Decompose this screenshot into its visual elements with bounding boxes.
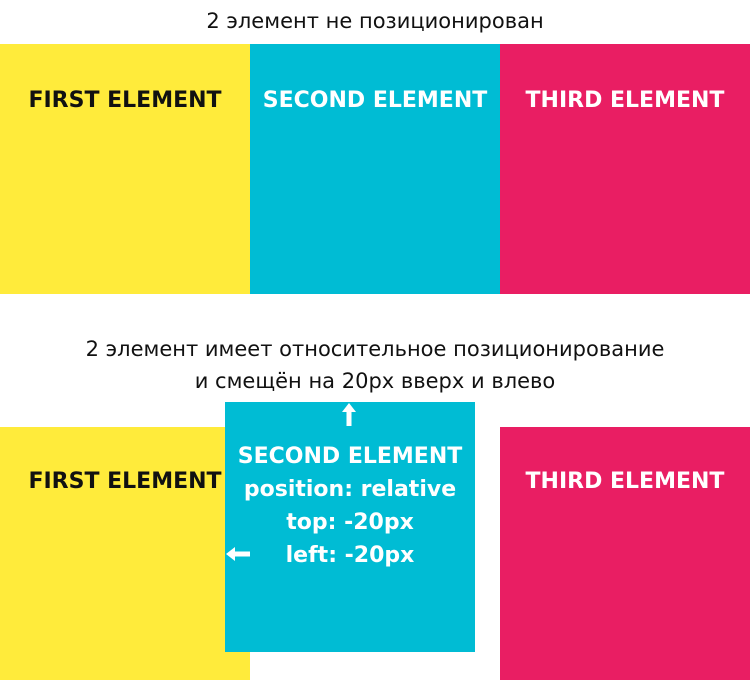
caption-top: 2 элемент не позиционирован — [206, 9, 544, 33]
caption-bottom-line2: и смещён на 20px вверх и влево — [194, 369, 556, 393]
row1-third-element: THIRD ELEMENT — [500, 44, 750, 294]
row1-second-label: SECOND ELEMENT — [262, 88, 488, 113]
row2-second-top: top: -20px — [286, 510, 414, 535]
row1-first-label: FIRST ELEMENT — [28, 88, 222, 113]
caption-bottom: 2 элемент имеет относительное позиционир… — [0, 333, 750, 397]
row2-second-left: left: -20px — [285, 543, 415, 568]
row2-second-element: SECOND ELEMENT position: relative top: -… — [225, 402, 475, 652]
row2-first-element: FIRST ELEMENT — [0, 427, 250, 680]
row2-second-position: position: relative — [243, 477, 457, 502]
row1-second-element: SECOND ELEMENT — [250, 44, 500, 294]
row2-third-label: THIRD ELEMENT — [525, 469, 725, 494]
arrow-left-icon — [226, 547, 250, 561]
row2-third-element: THIRD ELEMENT — [500, 427, 750, 680]
caption-bottom-line1: 2 элемент имеет относительное позиционир… — [85, 337, 665, 361]
row2-second-title: SECOND ELEMENT — [237, 444, 463, 469]
row1-first-element: FIRST ELEMENT — [0, 44, 250, 294]
row1-third-label: THIRD ELEMENT — [525, 88, 725, 113]
arrow-up-icon — [342, 403, 356, 426]
row2-first-label: FIRST ELEMENT — [28, 469, 222, 494]
